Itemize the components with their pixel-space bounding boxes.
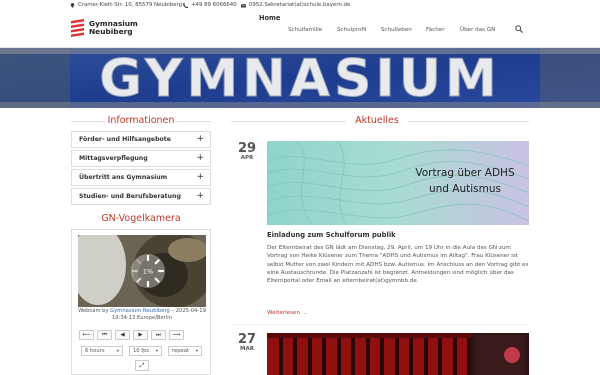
divider — [231, 324, 529, 325]
skip-start-button[interactable]: ⏮ — [97, 330, 112, 340]
caption-prefix: Webcam by — [78, 308, 109, 314]
range-value: 6 hours — [85, 348, 105, 354]
news-image-2[interactable] — [267, 333, 529, 375]
banner-text: GYMNASIUM — [99, 49, 500, 108]
phone-item[interactable]: +49 89 6066640 — [183, 2, 237, 8]
mail-icon — [241, 3, 246, 7]
cam-section-title: GN-Vogelkamera — [101, 213, 181, 224]
play-reverse-button[interactable]: ◀ — [115, 330, 130, 340]
site-logo[interactable]: Gymnasium Neubiberg — [70, 18, 138, 38]
news-date-2: 27 MAR — [233, 333, 261, 353]
playback-controls: ⟵ ⏮ ◀ ▶ ⏭ ⟶ — [79, 330, 184, 340]
location-pin-icon — [70, 2, 75, 8]
divider — [231, 121, 346, 122]
divider — [176, 121, 211, 122]
webcam-widget: 1% Webcam by Gymnasium Neubiberg – 2025-… — [71, 229, 211, 375]
play-button[interactable]: ▶ — [133, 330, 148, 340]
mode-select[interactable]: repeat ▾ — [168, 346, 202, 356]
date-day: 29 — [237, 141, 257, 156]
email-item[interactable]: 0952.Sekretariat(at)schule.bayern.de — [241, 2, 350, 8]
accordion-label: Mittagsverpflegung — [79, 155, 148, 162]
range-select[interactable]: 6 hours ▾ — [81, 346, 123, 356]
site-header: Gymnasium Neubiberg Home Schulfamilie Sc… — [0, 12, 600, 48]
date-month: APR — [240, 155, 254, 161]
email-text: 0952.Sekretariat(at)schule.bayern.de — [249, 2, 351, 8]
back-long-button[interactable]: ⟵ — [79, 330, 94, 340]
chevron-down-icon: ▾ — [155, 348, 158, 354]
read-more-link[interactable]: Weiterlesen ... — [267, 310, 307, 316]
nav-item-schulprofil[interactable]: Schulprofil — [337, 27, 367, 33]
logo-text: Gymnasium Neubiberg — [89, 20, 138, 36]
accordion-foerder[interactable]: Förder- und Hilfsangebote + — [71, 131, 211, 148]
accordion-label: Übertritt ans Gymnasium — [79, 174, 168, 181]
chevron-down-icon: ▾ — [116, 348, 119, 354]
nav-item-ueber-das-gn[interactable]: Über das GN — [460, 27, 495, 33]
chevron-down-icon: ▾ — [195, 348, 198, 354]
news-image-1[interactable]: Vortrag über ADHS und Autismus — [267, 141, 529, 225]
phone-text: +49 89 6066640 — [191, 2, 237, 8]
accordion-studienberatung[interactable]: Studien- und Berufsberatung + — [71, 188, 211, 205]
fps-value: 10 fps — [133, 348, 150, 354]
plus-icon: + — [196, 191, 204, 201]
plus-icon: + — [196, 153, 204, 163]
webcam-caption: Webcam by Gymnasium Neubiberg – 2025-04-… — [76, 308, 208, 322]
adhs-poster-image: Vortrag über ADHS und Autismus — [267, 141, 529, 225]
divider — [408, 121, 529, 122]
fps-select[interactable]: 10 fps ▾ — [129, 346, 162, 356]
plus-icon: + — [196, 134, 204, 144]
loading-percent: 1% — [143, 268, 153, 276]
nav-item-schulleben[interactable]: Schulleben — [381, 27, 412, 33]
plus-icon: + — [196, 172, 204, 182]
poster-line2: und Autismus — [429, 183, 501, 195]
nav-item-schulfamilie[interactable]: Schulfamilie — [288, 27, 322, 33]
skip-end-button[interactable]: ⏭ — [151, 330, 166, 340]
news-date-1: 29 APR — [233, 142, 261, 162]
accordion-label: Studien- und Berufsberatung — [79, 193, 181, 200]
expand-icon: ⤢ — [139, 361, 145, 369]
date-month: MAR — [240, 346, 254, 352]
address-text: Cramer-Klett-Str. 10, 85579 Neubiberg — [78, 2, 182, 8]
fullscreen-button[interactable]: ⤢ — [135, 360, 149, 371]
hero-banner: GYMNASIUM — [0, 48, 600, 108]
accordion-label: Förder- und Hilfsangebote — [79, 136, 171, 143]
forward-long-button[interactable]: ⟶ — [169, 330, 184, 340]
date-day: 27 — [237, 332, 257, 347]
top-info-bar: Cramer-Klett-Str. 10, 85579 Neubiberg +4… — [0, 0, 600, 12]
webcam-frame: 1% — [78, 235, 206, 307]
mode-value: repeat — [172, 348, 189, 354]
news-section-title: Aktuelles — [355, 115, 399, 126]
news-body-1: Der Elternbeirat des GN lädt am Dienstag… — [267, 245, 529, 285]
logo-mark-icon — [71, 19, 84, 37]
search-icon[interactable] — [515, 25, 523, 33]
address-item: Cramer-Klett-Str. 10, 85579 Neubiberg — [70, 2, 182, 8]
caption-link[interactable]: Gymnasium Neubiberg — [110, 308, 170, 314]
poster-line1: Vortrag über ADHS — [415, 167, 515, 179]
accordion-uebertritt[interactable]: Übertritt ans Gymnasium + — [71, 169, 211, 186]
nav-item-faecher[interactable]: Fächer — [426, 27, 445, 33]
banner-image: GYMNASIUM — [0, 48, 600, 108]
logo-line2: Neubiberg — [89, 27, 133, 36]
theater-curtain-image — [267, 333, 529, 375]
phone-icon — [183, 2, 188, 8]
webcam-image[interactable]: 1% — [78, 235, 206, 307]
nav-home[interactable]: Home — [259, 14, 280, 22]
accordion-mittagsverpflegung[interactable]: Mittagsverpflegung + — [71, 150, 211, 167]
news-title-1[interactable]: Einladung zum Schulforum publik — [267, 231, 396, 239]
